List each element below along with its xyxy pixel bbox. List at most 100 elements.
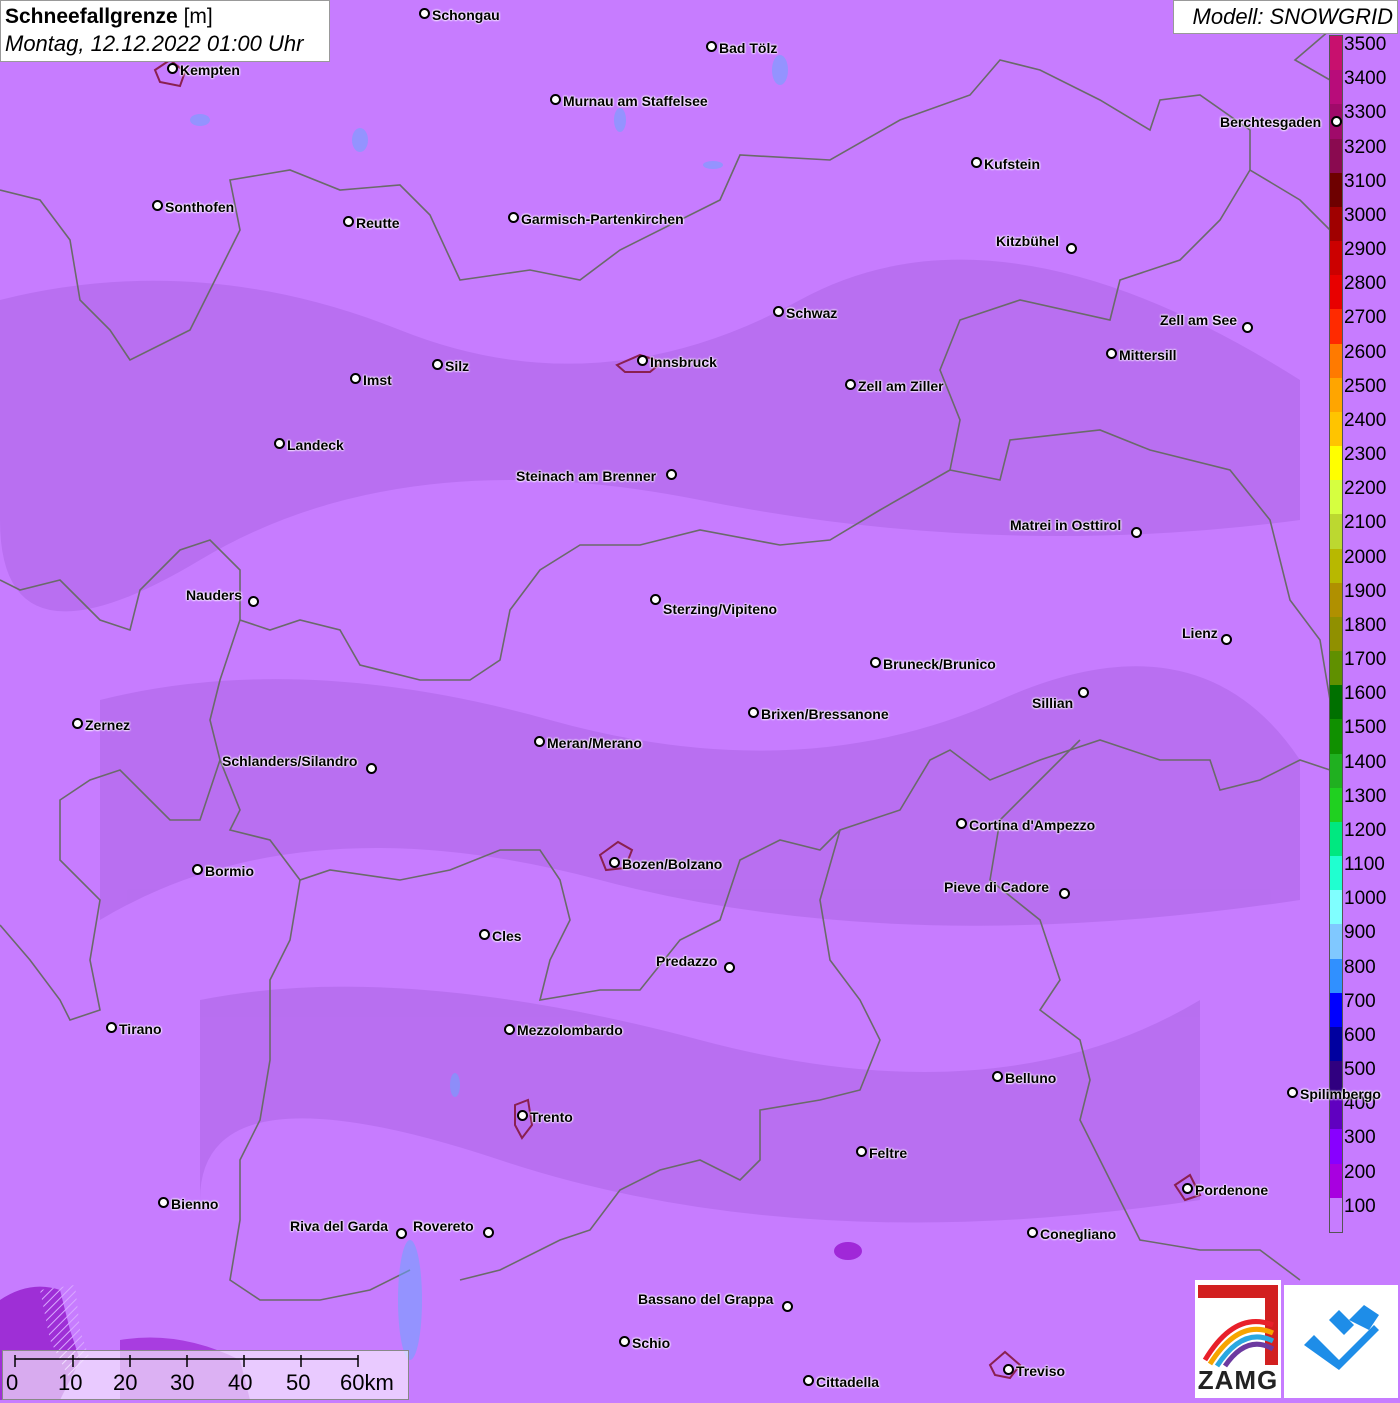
legend-swatch [1330, 719, 1342, 755]
legend-swatch [1330, 890, 1342, 925]
legend-swatch [1330, 1026, 1342, 1062]
city-label: Pordenone [1195, 1182, 1269, 1198]
city-label: Landeck [287, 437, 344, 453]
legend-label: 900 [1344, 922, 1376, 944]
city-label: Reutte [356, 215, 400, 231]
city-label: Imst [363, 372, 392, 388]
city-label: Kufstein [984, 156, 1040, 172]
city-label: Conegliano [1040, 1226, 1117, 1242]
legend-swatch [1330, 1163, 1342, 1199]
city-dot [72, 718, 83, 729]
legend-label: 1600 [1344, 683, 1387, 705]
city-dot [396, 1228, 407, 1239]
city-dot [550, 94, 561, 105]
city-label: Predazzo [656, 953, 718, 969]
legend-label: 2300 [1344, 444, 1387, 466]
city-dot [343, 216, 354, 227]
city-label: Bormio [205, 863, 254, 879]
city-dot [748, 707, 759, 718]
scale-tick-label: 20 [113, 1370, 138, 1395]
city-label: Schwaz [786, 305, 838, 321]
city-dot [432, 359, 443, 370]
legend-label: 2400 [1344, 409, 1387, 431]
legend-swatch [1330, 275, 1342, 310]
color-legend [1329, 35, 1343, 1233]
city-dot [479, 929, 490, 940]
city-label: Tirano [119, 1021, 162, 1037]
city-dot [152, 200, 163, 211]
legend-swatch [1330, 856, 1342, 891]
legend-swatch [1330, 1197, 1342, 1233]
legend-swatch [1330, 172, 1342, 208]
city-dot [992, 1071, 1003, 1082]
city-label: Meran/Merano [547, 735, 642, 751]
city-dot [856, 1146, 867, 1157]
city-dot [1066, 243, 1077, 254]
city-dot [1131, 527, 1142, 538]
city-dot [1242, 322, 1253, 333]
legend-swatch [1330, 924, 1342, 960]
map-title: Schneefallgrenze [m] [5, 4, 325, 30]
legend-label: 700 [1344, 990, 1376, 1012]
legend-label: 3500 [1344, 34, 1387, 55]
legend-swatch [1330, 343, 1342, 379]
legend-label: 3200 [1344, 136, 1387, 158]
city-label: Sonthofen [165, 199, 235, 215]
city-label: Bad Tölz [719, 40, 778, 56]
legend-label: 1300 [1344, 785, 1387, 807]
legend-label: 3100 [1344, 170, 1387, 192]
city-label: Sterzing/Vipiteno [663, 601, 778, 617]
legend-label: 2900 [1344, 239, 1387, 261]
city-dot [1078, 687, 1089, 698]
zamg-logo: ZAMG [1195, 1280, 1281, 1398]
city-label: Sillian [1032, 695, 1074, 711]
city-label: Zell am See [1160, 312, 1238, 328]
city-dot [1221, 634, 1232, 645]
legend-label: 2200 [1344, 478, 1387, 500]
city-dot [1182, 1183, 1193, 1194]
legend-swatch [1330, 446, 1342, 481]
city-dot [773, 306, 784, 317]
city-dot [619, 1336, 630, 1347]
city-dot [803, 1375, 814, 1386]
city-dot [1003, 1364, 1014, 1375]
city-label: Schlanders/Silandro [222, 753, 358, 769]
city-label: Schio [632, 1335, 671, 1351]
city-label: Garmisch-Partenkirchen [521, 211, 684, 227]
city-dot [167, 63, 178, 74]
city-label: Kempten [180, 62, 240, 78]
legend-swatch [1330, 616, 1342, 652]
city-label: Bozen/Bolzano [622, 856, 723, 872]
city-label: Zernez [85, 717, 131, 733]
city-label: Riva del Garda [290, 1218, 389, 1234]
city-label: Trento [530, 1109, 573, 1125]
city-label: Silz [445, 358, 470, 374]
legend-swatch [1330, 36, 1342, 71]
city-label: Bruneck/Brunico [883, 656, 996, 672]
legend-swatch [1330, 1129, 1342, 1165]
legend-swatch [1330, 241, 1342, 276]
city-dot [504, 1024, 515, 1035]
model-label: Modell: SNOWGRID [1173, 0, 1398, 34]
legend-label: 2000 [1344, 546, 1387, 568]
legend-label: 3000 [1344, 204, 1387, 226]
legend-label: 200 [1344, 1161, 1376, 1183]
legend-label: 1000 [1344, 888, 1387, 910]
scale-tick-label: 50 [286, 1370, 311, 1395]
city-dot [534, 736, 545, 747]
city-label: Schongau [432, 7, 500, 23]
city-label: Zell am Ziller [858, 378, 944, 394]
legend-swatch [1330, 685, 1342, 720]
legend-label: 100 [1344, 1195, 1376, 1217]
city-dot [650, 594, 661, 605]
scale-tick-label: 30 [170, 1370, 195, 1395]
legend-swatch [1330, 651, 1342, 686]
legend-swatch [1330, 411, 1342, 447]
legend-label: 1700 [1344, 649, 1387, 671]
city-label: Brixen/Bressanone [761, 706, 889, 722]
legend-swatch [1330, 206, 1342, 242]
city-dot [274, 438, 285, 449]
city-dot [724, 962, 735, 973]
legend-label: 1500 [1344, 717, 1387, 739]
scale-tick-label: 60km [340, 1370, 394, 1395]
